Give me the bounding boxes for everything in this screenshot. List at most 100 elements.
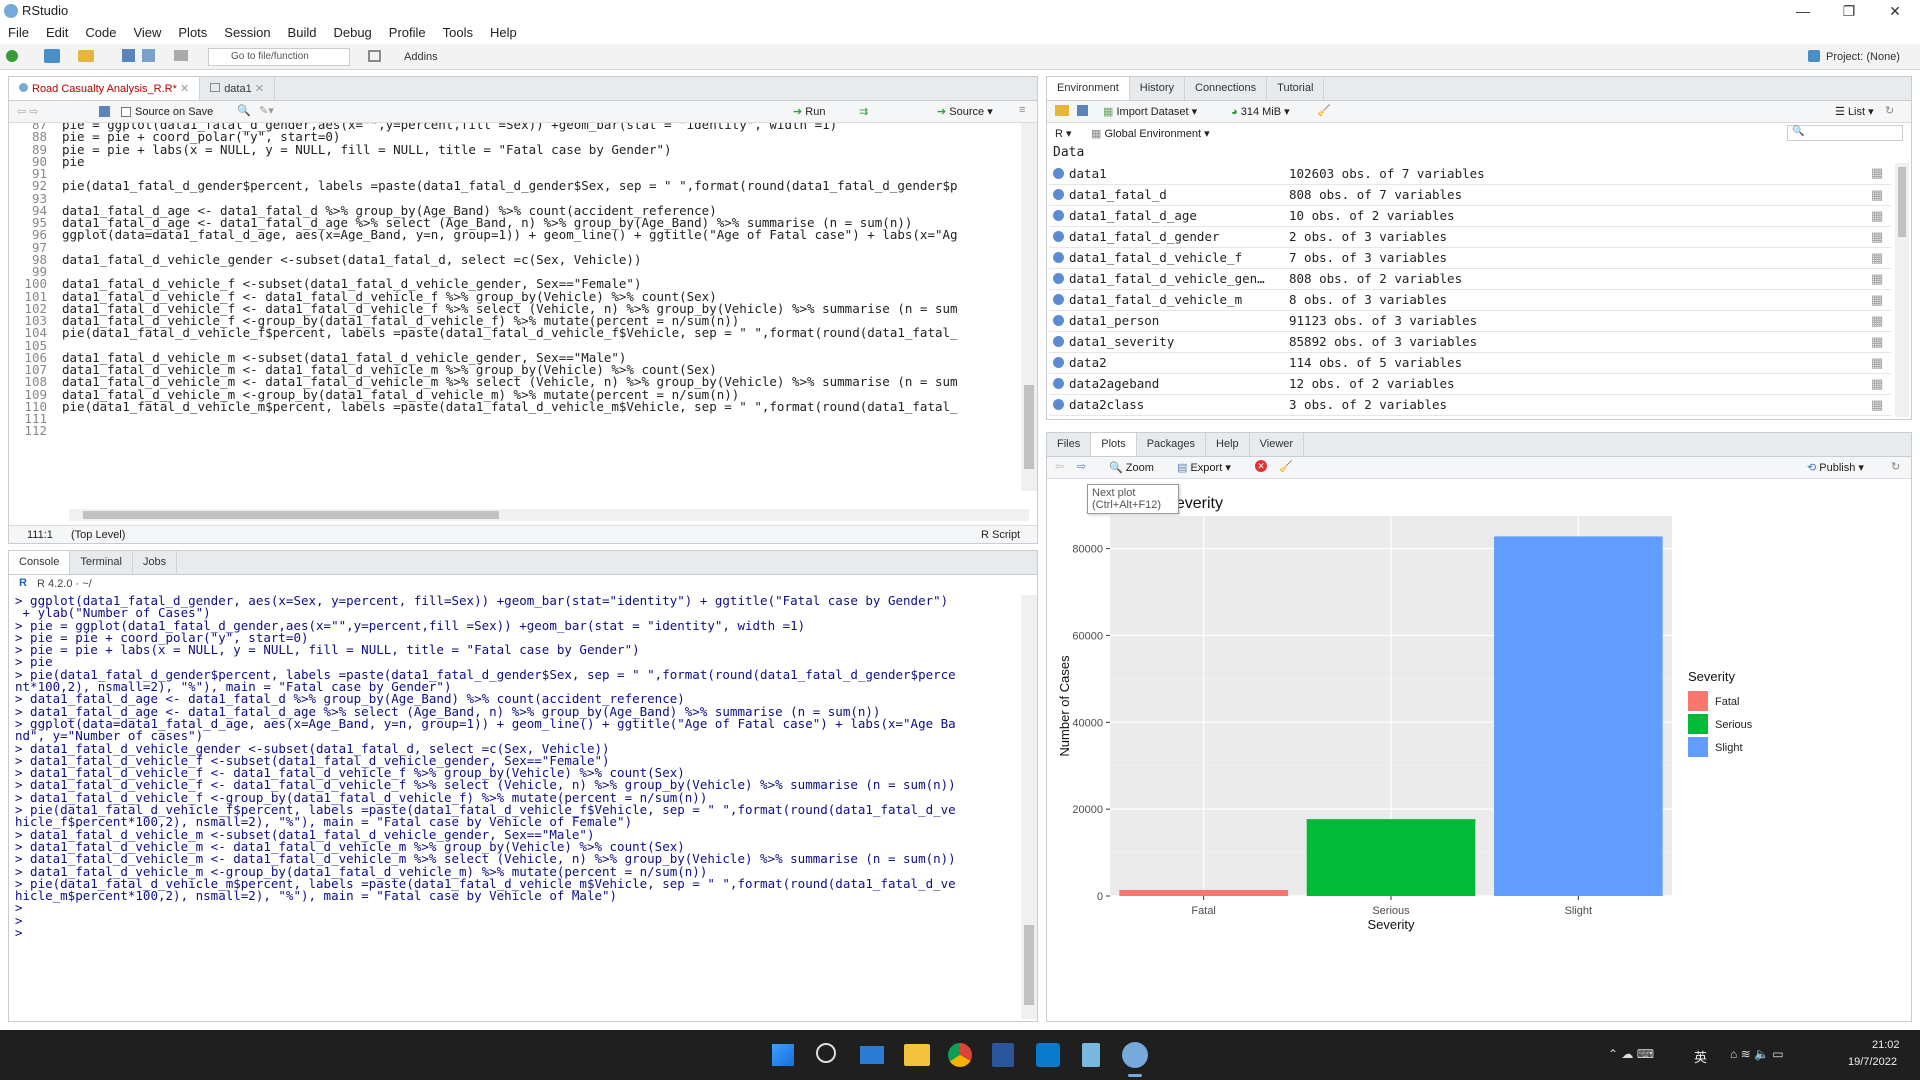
tab-data1[interactable]: data1 ✕ (200, 77, 275, 100)
next-plot-icon[interactable]: ⇨ (1077, 460, 1086, 473)
view-table-icon[interactable]: ▦ (1867, 331, 1891, 353)
new-file-icon[interactable] (6, 50, 18, 62)
view-table-icon[interactable]: ▦ (1867, 289, 1891, 311)
run-button[interactable]: ➔ Run (793, 105, 825, 118)
variable-name-cell[interactable]: data1_person (1049, 310, 1285, 332)
open-workspace-icon[interactable] (1055, 105, 1069, 116)
file-explorer-icon[interactable] (904, 1044, 930, 1066)
rstudio-taskbar-icon[interactable] (1122, 1042, 1148, 1068)
expand-icon[interactable] (1053, 357, 1064, 368)
remove-plot-icon[interactable]: ✕ (1255, 460, 1267, 472)
addins-menu[interactable]: Addins (404, 51, 438, 63)
expand-icon[interactable] (1053, 210, 1064, 221)
expand-icon[interactable] (1053, 252, 1064, 263)
variable-name-cell[interactable]: data2 (1049, 352, 1285, 374)
view-table-icon[interactable]: ▦ (1867, 373, 1891, 395)
rerun-icon[interactable]: ⇉ (859, 105, 868, 118)
code-line[interactable]: 98 data1_fatal_d_vehicle_gender <-subset(… (9, 253, 1019, 266)
clock-time[interactable]: 21:02 (1872, 1039, 1900, 1051)
variable-name-cell[interactable]: data1_fatal_d_age (1049, 205, 1285, 227)
mail-icon[interactable] (860, 1046, 884, 1064)
previous-plot-icon[interactable]: ⇦ (1055, 460, 1064, 473)
print-icon[interactable] (174, 50, 188, 61)
scrollbar-thumb[interactable] (1898, 167, 1906, 237)
variable-name-cell[interactable]: data2class (1049, 394, 1285, 416)
environment-row[interactable]: data1_fatal_d_gender 2 obs. of 3 variable… (1049, 226, 1891, 248)
variable-name-cell[interactable]: data1_severity (1049, 331, 1285, 353)
environment-row[interactable]: data1_fatal_d_vehicle_gen… 808 obs. of 2 … (1049, 268, 1891, 290)
code-line[interactable]: 110 pie(data1_fatal_d_vehicle_m$percent, … (9, 400, 1019, 413)
view-table-icon[interactable]: ▦ (1867, 184, 1891, 206)
menu-profile[interactable]: Profile (381, 22, 435, 40)
view-table-icon[interactable]: ▦ (1867, 226, 1891, 248)
environment-row[interactable]: data1_fatal_d_vehicle_m 8 obs. of 3 varia… (1049, 289, 1891, 311)
grid-icon[interactable] (368, 50, 381, 62)
environment-scrollbar[interactable] (1895, 163, 1909, 417)
console-scrollbar[interactable] (1021, 595, 1037, 1019)
code-line[interactable]: 89 pie = pie + labs(x = NULL, y = NULL, f… (9, 143, 1019, 156)
tab-packages[interactable]: Packages (1137, 433, 1207, 456)
menu-code[interactable]: Code (77, 22, 125, 40)
save-workspace-icon[interactable] (1077, 105, 1088, 116)
menu-debug[interactable]: Debug (325, 22, 380, 40)
source-button[interactable]: ➔ Source ▾ (937, 105, 993, 118)
environment-row[interactable]: data2class 3 obs. of 2 variables ▦ (1049, 394, 1891, 416)
expand-icon[interactable] (1053, 189, 1064, 200)
view-table-icon[interactable]: ▦ (1867, 310, 1891, 332)
search-icon[interactable] (816, 1043, 836, 1063)
expand-icon[interactable] (1053, 273, 1064, 284)
tab-history[interactable]: History (1130, 77, 1185, 100)
code-line[interactable]: 92 pie(data1_fatal_d_gender$percent, labe… (9, 179, 1019, 192)
back-icon[interactable]: ⇦ ⇨ (17, 105, 39, 118)
close-icon[interactable]: ✕ (180, 83, 189, 95)
system-icons[interactable]: ⌂ ≋ 🔈 ▭ (1730, 1047, 1784, 1061)
menu-tools[interactable]: Tools (435, 22, 482, 40)
tray-icons[interactable]: ⌃ ☁ ⌨ (1608, 1047, 1654, 1061)
ime-indicator[interactable]: 英 (1694, 1047, 1707, 1066)
project-menu[interactable]: Project: (None) (1826, 51, 1900, 63)
notepad-icon[interactable] (1082, 1043, 1100, 1067)
scope-menu[interactable]: ▦ Global Environment ▾ (1091, 127, 1210, 140)
open-file-icon[interactable] (78, 50, 94, 62)
menu-edit[interactable]: Edit (38, 22, 77, 40)
tab-console[interactable]: Console (9, 551, 71, 574)
scrollbar-thumb[interactable] (1024, 925, 1034, 1005)
tab-help[interactable]: Help (1206, 433, 1250, 456)
variable-name-cell[interactable]: data1 (1049, 163, 1285, 185)
file-type[interactable]: R Script (981, 529, 1020, 541)
expand-icon[interactable] (1053, 378, 1064, 389)
menu-help[interactable]: Help (482, 22, 526, 40)
view-table-icon[interactable]: ▦ (1867, 247, 1891, 269)
refresh-icon[interactable]: ↻ (1885, 104, 1894, 117)
publish-menu[interactable]: ⟲ Publish ▾ (1807, 461, 1864, 474)
save-all-icon[interactable] (142, 49, 155, 62)
tab-files[interactable]: Files (1047, 433, 1092, 456)
environment-row[interactable]: data1_severity 85892 obs. of 3 variables ▦ (1049, 331, 1891, 353)
outline-icon[interactable]: ≡ (1019, 104, 1025, 116)
scrollbar-thumb[interactable] (83, 511, 499, 519)
word-icon[interactable] (992, 1043, 1014, 1067)
vscode-icon[interactable] (1036, 1043, 1060, 1067)
start-icon[interactable] (772, 1044, 794, 1066)
code-line[interactable]: 96 ggplot(data=data1_fatal_d_age, aes(x=A… (9, 228, 1019, 241)
clock-date[interactable]: 19/7/2022 (1848, 1056, 1897, 1068)
view-table-icon[interactable]: ▦ (1867, 268, 1891, 290)
editor-scrollbar-vertical[interactable] (1021, 123, 1037, 491)
search-icon[interactable]: 🔍 (237, 104, 251, 117)
editor-scrollbar-horizontal[interactable] (69, 509, 1029, 521)
environment-row[interactable]: data2ageband 12 obs. of 2 variables ▦ (1049, 373, 1891, 395)
tab-road-casualty-script[interactable]: Road Casualty Analysis_R.R* ✕ (9, 77, 201, 100)
tab-environment[interactable]: Environment (1047, 77, 1130, 100)
menu-plots[interactable]: Plots (170, 22, 216, 40)
environment-row[interactable]: data1_fatal_d 808 obs. of 7 variables ▦ (1049, 184, 1891, 206)
tab-tutorial[interactable]: Tutorial (1267, 77, 1325, 100)
scrollbar-thumb[interactable] (1024, 385, 1034, 469)
minimize-button[interactable]: — (1780, 0, 1826, 22)
chrome-icon[interactable] (948, 1043, 972, 1067)
view-table-icon[interactable]: ▦ (1867, 205, 1891, 227)
menu-session[interactable]: Session (216, 22, 279, 40)
save-icon[interactable] (122, 49, 135, 62)
view-table-icon[interactable]: ▦ (1867, 394, 1891, 416)
import-dataset-menu[interactable]: ▦ Import Dataset ▾ (1103, 105, 1197, 118)
maximize-button[interactable]: ❐ (1826, 0, 1872, 22)
